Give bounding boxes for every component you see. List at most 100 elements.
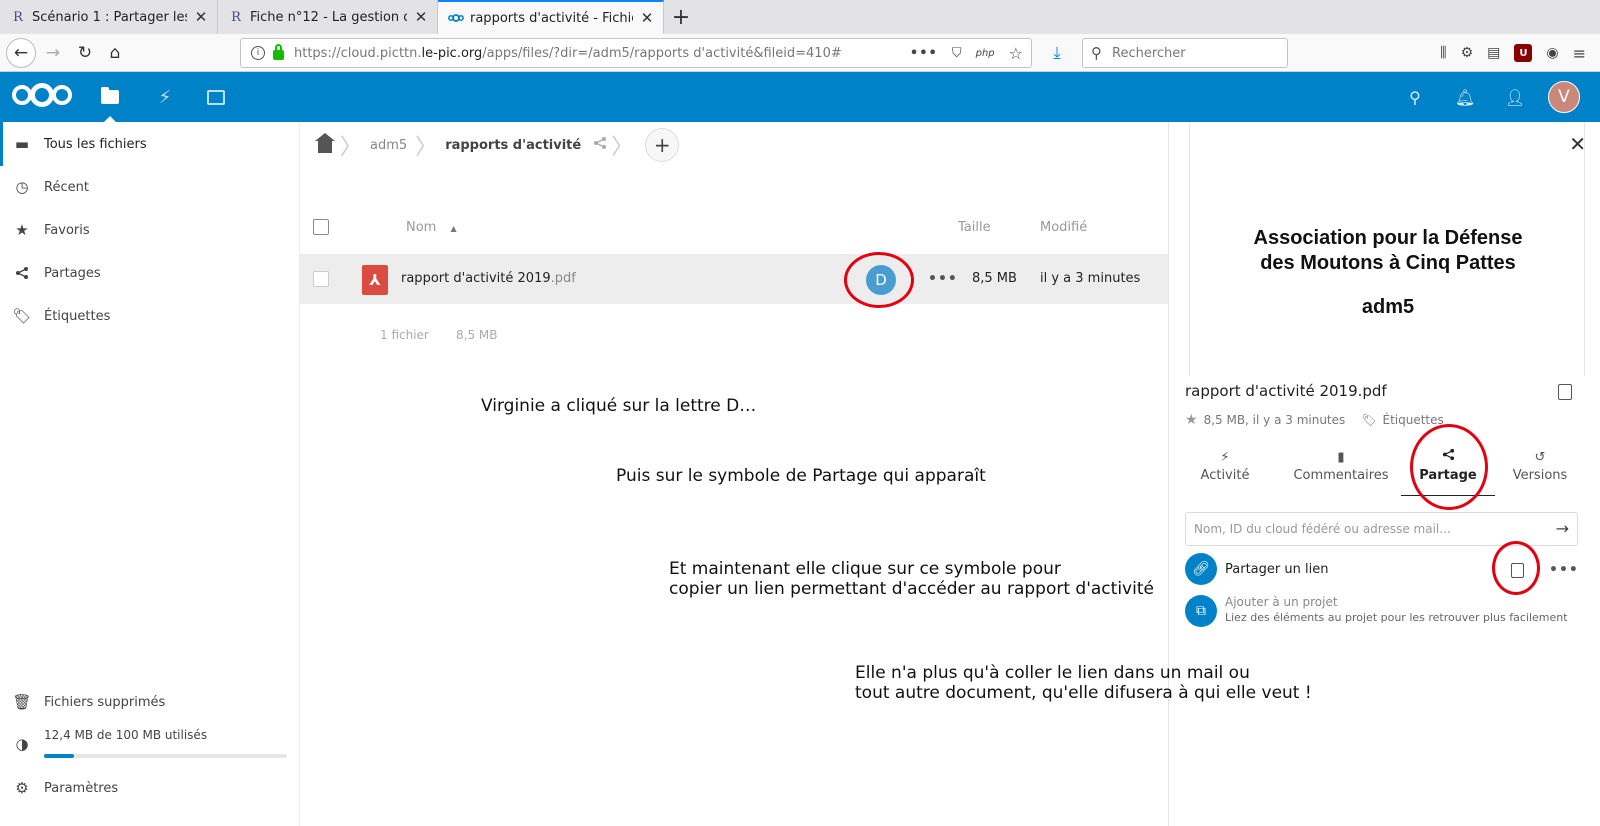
close-icon[interactable]: ✕ <box>193 8 209 26</box>
bookmark-star-icon[interactable]: ☆ <box>1009 44 1023 63</box>
annotation-circle-avatar <box>844 252 914 308</box>
breadcrumb-current[interactable]: rapports d'activité <box>437 122 589 168</box>
arrow-right-icon[interactable]: → <box>1556 519 1569 538</box>
tags-link[interactable]: Étiquettes <box>1383 413 1444 427</box>
files-app-icon[interactable] <box>90 72 130 122</box>
menu-icon[interactable]: ≡ <box>1573 44 1586 63</box>
account-icon[interactable]: ◉ <box>1546 45 1558 61</box>
new-tab-button[interactable]: + <box>664 0 698 34</box>
close-icon[interactable]: ✕ <box>639 9 655 27</box>
history-icon: ↺ <box>1534 450 1546 465</box>
user-avatar[interactable]: V <box>1548 81 1580 113</box>
table-row[interactable]: ⅄ rapport d'activité 2019.pdf D ••• 8,5 … <box>300 254 1168 304</box>
annotation-text-2: Puis sur le symbole de Partage qui appar… <box>616 466 986 486</box>
home-button[interactable]: ⌂ <box>100 38 130 68</box>
annotation-circle-share-tab <box>1410 424 1488 510</box>
lock-icon[interactable] <box>273 44 284 60</box>
clock-icon: ◷ <box>15 178 29 196</box>
reader-view-icon[interactable]: ▤ <box>1487 45 1500 61</box>
nextcloud-logo-icon[interactable] <box>12 83 72 107</box>
extension-gear-icon[interactable]: ⚙ <box>1461 45 1474 61</box>
pocket-icon[interactable]: ⛉ <box>952 46 962 61</box>
sidebar-item-favorites[interactable]: ★ Favoris <box>0 208 299 252</box>
column-modified[interactable]: Modifié <box>1040 220 1087 235</box>
file-name[interactable]: rapport d'activité 2019.pdf <box>401 271 576 286</box>
annotation-line: Elle n'a plus qu'à coller le lien dans u… <box>855 663 1250 683</box>
tab-comments[interactable]: ▮ Commentaires <box>1281 448 1401 496</box>
quota-bar <box>44 754 287 758</box>
select-all-checkbox[interactable] <box>313 219 329 235</box>
sidebar-item-settings[interactable]: ⚙ Paramètres <box>0 766 299 810</box>
home-icon <box>315 133 335 153</box>
sidebar-item-label: Tous les fichiers <box>44 136 147 152</box>
site-favicon-icon: R <box>13 9 23 25</box>
share-link-label[interactable]: Partager un lien <box>1225 562 1328 577</box>
browser-tab-scenario[interactable]: R Scénario 1 : Partager les docu ✕ <box>0 0 218 34</box>
details-meta: ★ 8,5 MB, il y a 3 minutes 🏷︎ Étiquettes <box>1185 412 1444 428</box>
notifications-bell-icon[interactable]: 🔔︎ <box>1440 72 1490 122</box>
browser-tab-nextcloud[interactable]: rapports d'activité - Fichiers - ✕ <box>438 0 664 34</box>
column-size[interactable]: Taille <box>958 220 991 235</box>
close-icon[interactable]: ✕ <box>413 8 429 26</box>
browser-toolbar: ← → ↻ ⌂ i https://cloud.picttn.le-pic.or… <box>0 34 1600 72</box>
library-icon[interactable]: ⫼ <box>1440 45 1446 61</box>
sidebar-item-tags[interactable]: 🏷︎ Étiquettes <box>0 294 299 338</box>
details-filename: rapport d'activité 2019.pdf <box>1185 382 1387 400</box>
browser-tab-fiche[interactable]: R Fiche n°12 - La gestion des im ✕ <box>218 0 438 34</box>
tab-versions[interactable]: ↺ Versions <box>1501 448 1579 496</box>
activity-app-icon[interactable]: ⚡ <box>145 72 185 122</box>
search-placeholder: Rechercher <box>1112 45 1186 61</box>
star-icon: ★ <box>15 221 29 239</box>
file-preview: Association pour la Défense des Moutons … <box>1189 122 1585 376</box>
add-project-label[interactable]: Ajouter à un projet <box>1225 595 1338 609</box>
sort-ascending-icon: ▲ <box>450 224 457 233</box>
sidebar-item-label: Fichiers supprimés <box>44 694 166 710</box>
gear-icon: ⚙ <box>15 779 29 797</box>
reload-button[interactable]: ↻ <box>70 38 100 68</box>
project-icon: ⧉ <box>1185 595 1217 627</box>
sidebar-item-label: Favoris <box>44 222 90 238</box>
preview-title: Association pour la Défense des Moutons … <box>1253 227 1523 274</box>
row-checkbox[interactable] <box>313 271 329 287</box>
share-icon <box>14 265 30 281</box>
gallery-app-icon[interactable] <box>196 72 236 122</box>
ublock-icon[interactable]: U <box>1514 44 1533 62</box>
chevron-right-icon: 〉 <box>415 135 438 160</box>
breadcrumb-home[interactable] <box>310 122 340 168</box>
contacts-icon[interactable]: 👤︎ <box>1490 72 1540 122</box>
link-icon: 🔗︎ <box>1185 553 1217 585</box>
php-icon[interactable]: php <box>976 48 995 59</box>
details-tabs: ⚡ Activité ▮ Commentaires Partage ↺ Vers… <box>1185 448 1585 496</box>
url-text[interactable]: https://cloud.picttn.le-pic.org/apps/fil… <box>294 46 842 61</box>
folder-icon: ▬ <box>14 135 30 153</box>
back-button[interactable]: ← <box>6 38 36 68</box>
star-icon[interactable]: ★ <box>1185 412 1198 428</box>
annotation-line: copier un lien permettant d'accéder au r… <box>669 579 1154 599</box>
tab-activity[interactable]: ⚡ Activité <box>1185 448 1265 496</box>
page-actions-icon[interactable]: ••• <box>910 46 938 61</box>
sidebar-item-shares[interactable]: Partages <box>0 251 299 295</box>
search-input[interactable]: ⚲ Rechercher <box>1082 38 1288 68</box>
trash-icon: 🗑︎ <box>12 693 32 711</box>
copy-icon[interactable] <box>1558 384 1572 400</box>
file-list-header: Nom ▲ Taille Modifié <box>300 210 1168 244</box>
sidebar-item-all-files[interactable]: ▬ Tous les fichiers <box>0 122 299 166</box>
activity-icon: ⚡ <box>1220 450 1230 465</box>
column-name[interactable]: Nom ▲ <box>406 220 457 235</box>
search-icon[interactable]: ⚲ <box>1390 72 1440 122</box>
chevron-right-icon: 〉 <box>611 135 634 160</box>
breadcrumb-item[interactable]: adm5 <box>362 122 415 168</box>
download-icon[interactable]: ⤓ <box>1042 38 1072 68</box>
more-actions-icon[interactable]: ••• <box>928 271 958 287</box>
comment-icon: ▮ <box>1337 450 1345 465</box>
share-icon[interactable] <box>593 136 607 154</box>
info-icon[interactable]: i <box>251 46 265 60</box>
sidebar-item-recent[interactable]: ◷ Récent <box>0 165 299 209</box>
new-file-button[interactable]: + <box>645 128 680 162</box>
share-input-placeholder: Nom, ID du cloud fédéré ou adresse mail.… <box>1194 522 1451 536</box>
nextcloud-favicon-icon <box>448 10 464 26</box>
url-bar[interactable]: i https://cloud.picttn.le-pic.org/apps/f… <box>240 38 1032 68</box>
forward-button[interactable]: → <box>38 38 68 68</box>
more-actions-icon[interactable]: ••• <box>1549 562 1579 578</box>
close-icon[interactable]: ✕ <box>1569 132 1586 156</box>
